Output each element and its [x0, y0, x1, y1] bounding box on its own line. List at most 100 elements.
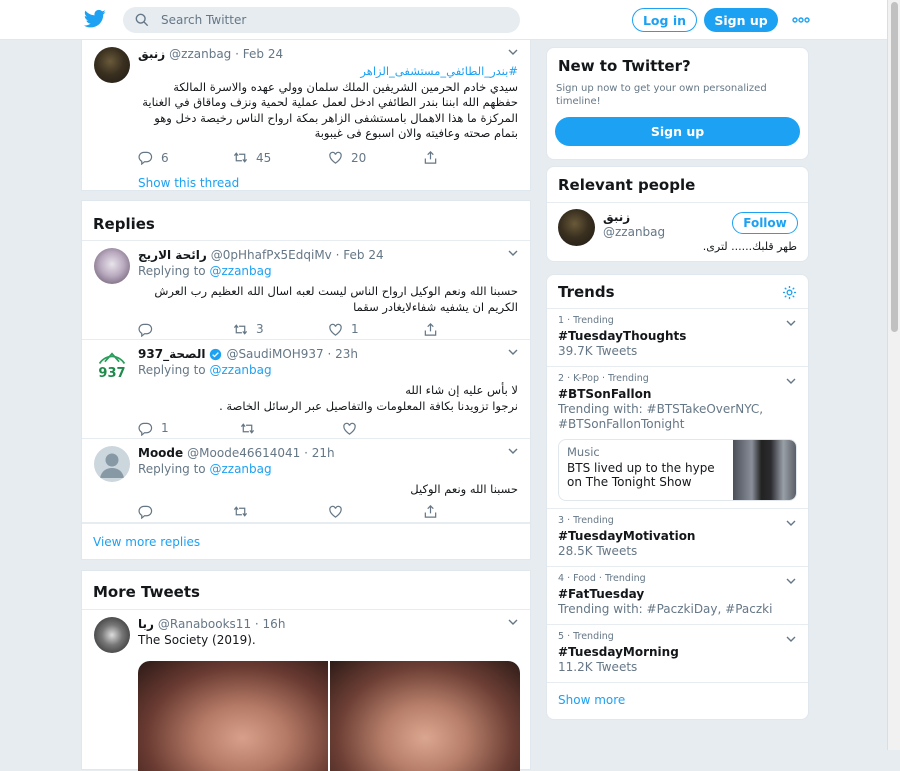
- trend-item[interactable]: 2 · K-Pop · Trending #BTSonFallon Trendi…: [547, 366, 808, 508]
- twitter-logo-icon[interactable]: [84, 9, 106, 29]
- search-input[interactable]: [161, 13, 481, 27]
- tweet-text-line: حفظهم الله ابننا بندر الطائفي ادخل لعمل …: [142, 95, 518, 109]
- author-handle[interactable]: @SaudiMOH937: [226, 347, 323, 361]
- trend-news-card[interactable]: Music BTS lived up to the hype on The To…: [558, 439, 797, 501]
- show-thread-link[interactable]: Show this thread: [138, 176, 518, 190]
- person-bio: طهر قلبك...... لترى.: [702, 240, 797, 253]
- hashtag-link[interactable]: #بندر_الطائفي_مستشفى_الزاهر: [138, 64, 518, 80]
- chevron-down-icon[interactable]: [786, 320, 796, 326]
- scrollbar-thumb[interactable]: [891, 2, 898, 332]
- avatar[interactable]: [558, 209, 595, 246]
- trend-item[interactable]: 3 · Trending #TuesdayMotivation 28.5K Tw…: [547, 508, 808, 566]
- mention-link[interactable]: @zzanbag: [209, 264, 271, 278]
- share-button[interactable]: [423, 322, 518, 337]
- like-button[interactable]: 1: [328, 322, 423, 337]
- avatar[interactable]: 937: [94, 347, 130, 383]
- author-name[interactable]: Moode: [138, 446, 183, 460]
- chevron-down-icon[interactable]: [508, 448, 518, 454]
- avatar[interactable]: [94, 446, 130, 482]
- media-image-right[interactable]: [330, 661, 520, 771]
- chevron-down-icon[interactable]: [786, 520, 796, 526]
- chevron-down-icon[interactable]: [508, 349, 518, 355]
- trend-name[interactable]: #BTSonFallon: [558, 387, 797, 401]
- chevron-down-icon[interactable]: [508, 250, 518, 256]
- trend-name[interactable]: #TuesdayMorning: [558, 645, 797, 659]
- reply-tweet[interactable]: رائحة الاريج @0pHhafPx5EdqiMv · Feb 24 Re…: [82, 240, 530, 340]
- replies-title: Replies: [93, 215, 155, 233]
- retweet-button[interactable]: [240, 421, 342, 436]
- chevron-down-icon[interactable]: [508, 49, 518, 55]
- avatar[interactable]: [94, 248, 130, 284]
- moh-logo-icon: [98, 351, 126, 364]
- tweet-text-line: حسبنا الله ونعم الوكيل ارواح الناس ليست …: [154, 284, 518, 298]
- tweet-text-line: سيدي خادم الحرمين الشريفين الملك سلمان و…: [173, 79, 518, 94]
- retweet-button[interactable]: 45: [233, 150, 328, 165]
- person-handle[interactable]: @zzanbag: [603, 225, 665, 239]
- author-name[interactable]: الصحة_937: [138, 347, 205, 361]
- retweet-button[interactable]: 3: [233, 322, 328, 337]
- author-handle[interactable]: @Moode46614041: [187, 446, 300, 460]
- reply-tweet[interactable]: 937 الصحة_937 @SaudiMOH937 · 23h Replying…: [82, 340, 530, 439]
- search-box[interactable]: [123, 7, 520, 33]
- share-button[interactable]: [423, 504, 518, 519]
- reply-button[interactable]: [138, 322, 233, 337]
- tweet-date[interactable]: · 16h: [255, 617, 286, 631]
- gear-icon[interactable]: [782, 285, 797, 300]
- trend-name[interactable]: #TuesdayThoughts: [558, 329, 797, 343]
- more-options-icon[interactable]: [792, 14, 810, 26]
- follow-button[interactable]: Follow: [732, 212, 798, 234]
- trend-name[interactable]: #TuesdayMotivation: [558, 529, 797, 543]
- retweet-icon: [240, 422, 255, 434]
- trend-item[interactable]: 1 · Trending #TuesdayThoughts 39.7K Twee…: [547, 308, 808, 366]
- trend-meta: 3 · Trending: [558, 515, 614, 526]
- trend-name[interactable]: #FatTuesday: [558, 587, 797, 601]
- chevron-down-icon[interactable]: [786, 578, 796, 584]
- trend-item[interactable]: 5 · Trending #TuesdayMorning 11.2K Tweet…: [547, 624, 808, 682]
- like-button[interactable]: [342, 421, 444, 436]
- chevron-down-icon[interactable]: [508, 619, 518, 625]
- reply-tweet[interactable]: Moode @Moode46614041 · 21h Replying to @z…: [82, 439, 530, 523]
- login-button[interactable]: Log in: [632, 8, 697, 32]
- author-name[interactable]: زنبق: [138, 47, 165, 61]
- tweet-text-line: الكريم ان يشفيه شفاءلايغادر سقما: [353, 299, 518, 314]
- signup-button[interactable]: Sign up: [704, 8, 778, 32]
- scrollbar[interactable]: [887, 0, 900, 750]
- share-button[interactable]: [423, 150, 518, 165]
- tweet-date[interactable]: · Feb 24: [235, 47, 283, 61]
- avatar[interactable]: [94, 47, 130, 83]
- author-name[interactable]: ربا: [138, 617, 154, 631]
- retweet-button[interactable]: [233, 504, 328, 519]
- like-button[interactable]: 20: [328, 150, 423, 165]
- like-button[interactable]: [328, 504, 423, 519]
- chevron-down-icon[interactable]: [786, 378, 796, 384]
- mention-link[interactable]: @zzanbag: [209, 363, 271, 377]
- trend-item[interactable]: 4 · Food · Trending #FatTuesday Trending…: [547, 566, 808, 624]
- author-handle[interactable]: @0pHhafPx5EdqiMv: [211, 248, 332, 262]
- tweet-text: The Society (2019).: [138, 633, 256, 647]
- tweet-media[interactable]: [138, 661, 520, 771]
- tweet-date[interactable]: · Feb 24: [336, 248, 384, 262]
- author-handle[interactable]: @Ranabooks11: [158, 617, 251, 631]
- main-tweet[interactable]: زنبق @zzanbag · Feb 24 #بندر_الطائفي_مستش…: [82, 40, 530, 190]
- trends-title: Trends: [558, 283, 615, 301]
- reply-button[interactable]: 1: [138, 421, 240, 436]
- author-handle[interactable]: @zzanbag: [169, 47, 231, 61]
- more-tweet[interactable]: ربا @Ranabooks11 · 16h The Society (2019)…: [82, 609, 530, 771]
- like-count: 1: [351, 322, 359, 336]
- reply-button[interactable]: 6: [138, 150, 233, 165]
- view-more-replies-link[interactable]: View more replies: [82, 523, 530, 559]
- tweet-date[interactable]: · 21h: [304, 446, 335, 460]
- person-name[interactable]: زنبق: [603, 210, 630, 224]
- trends-show-more-link[interactable]: Show more: [547, 682, 808, 719]
- chevron-down-icon[interactable]: [786, 636, 796, 642]
- mention-link[interactable]: @zzanbag: [209, 462, 271, 476]
- reply-icon: [138, 323, 153, 337]
- tweet-text-line: بتمام صحته وعافيته والان اسبوع فى غيبوبة: [314, 126, 518, 140]
- avatar[interactable]: [94, 617, 130, 653]
- share-icon: [424, 151, 437, 164]
- sidebar-signup-button[interactable]: Sign up: [555, 117, 800, 146]
- tweet-date[interactable]: · 23h: [328, 347, 359, 361]
- media-image-left[interactable]: [138, 661, 328, 771]
- reply-button[interactable]: [138, 504, 233, 519]
- author-name[interactable]: رائحة الاريج: [138, 248, 207, 262]
